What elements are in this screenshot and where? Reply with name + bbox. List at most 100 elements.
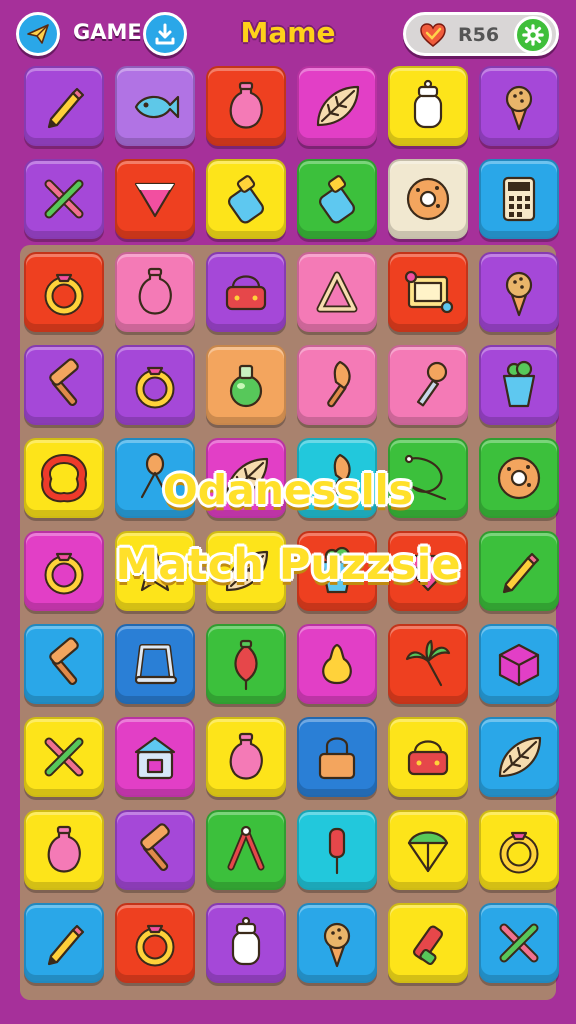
tile[interactable]	[206, 903, 286, 983]
crossed-tools-icon	[499, 923, 539, 963]
tile[interactable]	[479, 252, 559, 332]
tile[interactable]	[24, 438, 104, 518]
settings-button[interactable]	[514, 16, 552, 54]
hammer-icon	[140, 823, 170, 872]
lock-icon	[318, 737, 356, 780]
tile[interactable]	[297, 252, 377, 332]
tile[interactable]	[24, 810, 104, 890]
pencil-icon	[47, 87, 85, 129]
tile[interactable]	[24, 903, 104, 983]
crossed-tools-icon	[44, 179, 84, 219]
ring-icon	[44, 552, 84, 595]
tile[interactable]	[115, 159, 195, 239]
pretzel-icon	[41, 453, 87, 503]
tile[interactable]	[206, 438, 286, 518]
tile[interactable]	[297, 717, 377, 797]
tile[interactable]	[479, 810, 559, 890]
tile[interactable]	[479, 903, 559, 983]
tongs-icon	[227, 825, 265, 871]
vase-icon	[229, 732, 263, 780]
tile[interactable]	[24, 717, 104, 797]
popsicle-icon	[328, 827, 346, 875]
triangle-gem-icon	[134, 182, 176, 218]
tile[interactable]	[115, 717, 195, 797]
tile[interactable]	[297, 159, 377, 239]
hammer-icon	[49, 358, 79, 407]
tile[interactable]	[479, 345, 559, 425]
tile[interactable]	[297, 903, 377, 983]
tile[interactable]	[115, 438, 195, 518]
tile[interactable]	[206, 345, 286, 425]
tile[interactable]	[388, 252, 468, 332]
rope-icon	[404, 454, 447, 501]
tile[interactable]	[388, 717, 468, 797]
tile[interactable]	[24, 531, 104, 611]
tile[interactable]	[297, 531, 377, 611]
tile[interactable]	[24, 159, 104, 239]
brush-icon	[327, 360, 351, 408]
donut-icon	[497, 456, 541, 500]
tile[interactable]	[115, 345, 195, 425]
tile[interactable]	[479, 531, 559, 611]
leaf-icon	[498, 736, 542, 778]
tile[interactable]	[297, 66, 377, 146]
tile[interactable]	[297, 810, 377, 890]
tile[interactable]	[206, 252, 286, 332]
tile[interactable]	[297, 345, 377, 425]
dropper-icon	[416, 361, 448, 407]
jar-icon	[413, 79, 443, 129]
crossed-tools-icon	[44, 737, 84, 777]
hammer-icon	[49, 637, 79, 686]
tile[interactable]	[479, 159, 559, 239]
tile[interactable]	[388, 810, 468, 890]
tile[interactable]	[115, 66, 195, 146]
tile[interactable]	[206, 66, 286, 146]
tile[interactable]	[115, 252, 195, 332]
pear-icon	[322, 643, 352, 685]
tile[interactable]	[479, 438, 559, 518]
tile[interactable]	[24, 624, 104, 704]
tile[interactable]	[388, 438, 468, 518]
tile[interactable]	[115, 624, 195, 704]
tile[interactable]	[206, 717, 286, 797]
vase-icon	[229, 81, 263, 129]
tile[interactable]	[206, 531, 286, 611]
tile-grid	[24, 66, 559, 983]
tile[interactable]	[388, 159, 468, 239]
tile[interactable]	[388, 903, 468, 983]
potion-icon	[229, 364, 263, 408]
tile[interactable]	[115, 903, 195, 983]
box-icon	[498, 643, 540, 687]
tile[interactable]	[115, 810, 195, 890]
tile[interactable]	[388, 624, 468, 704]
bulb-icon	[234, 639, 258, 691]
tile[interactable]	[206, 810, 286, 890]
tile[interactable]	[24, 345, 104, 425]
bottle-icon	[319, 175, 355, 224]
tile[interactable]	[206, 624, 286, 704]
tile[interactable]	[24, 252, 104, 332]
vase-icon	[47, 825, 81, 873]
currency-value: R56	[458, 24, 500, 46]
saw-icon	[134, 644, 178, 685]
currency-counter[interactable]: R56	[403, 12, 559, 56]
tile[interactable]	[24, 66, 104, 146]
fish-icon	[134, 95, 180, 119]
tile[interactable]	[479, 717, 559, 797]
tile[interactable]	[388, 531, 468, 611]
tile[interactable]	[206, 159, 286, 239]
tile[interactable]	[297, 624, 377, 704]
tile[interactable]	[388, 345, 468, 425]
heart-icon	[420, 23, 446, 47]
gem-icon	[405, 554, 451, 592]
calculator-icon	[502, 176, 536, 222]
tile[interactable]	[388, 66, 468, 146]
ring-icon	[135, 366, 175, 409]
bottle-icon	[228, 175, 264, 224]
leaf-icon	[225, 550, 269, 592]
ring-icon	[44, 273, 84, 316]
tile[interactable]	[479, 66, 559, 146]
tile[interactable]	[297, 438, 377, 518]
tile[interactable]	[479, 624, 559, 704]
tile[interactable]	[115, 531, 195, 611]
